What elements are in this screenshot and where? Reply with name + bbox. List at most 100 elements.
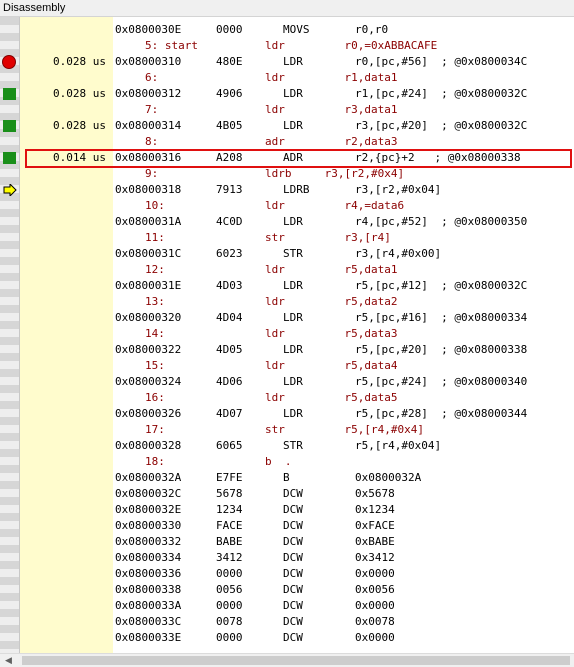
address: 0x0800031C — [115, 247, 182, 260]
instruction-row[interactable]: 0x0800032A E7FE B 0x0800032A — [0, 470, 574, 486]
mnemonic: STR — [283, 247, 303, 260]
executed-marker-icon[interactable] — [3, 120, 16, 132]
instruction-row[interactable]: 0x08000338 0056 DCW 0x0056 — [0, 582, 574, 598]
source-code: ldr r5,data1 — [265, 263, 398, 276]
source-line-row[interactable]: 18: b . — [0, 454, 574, 470]
instruction-row[interactable]: 0x0800031E 4D03 LDR r5,[pc,#12] ; @0x080003… — [0, 278, 574, 294]
address: 0x0800032E — [115, 503, 182, 516]
operands: r5,[r4,#0x04] — [355, 439, 442, 452]
instruction-row[interactable]: 0x08000330 FACE DCW 0xFACE — [0, 518, 574, 534]
operands: r5,[pc,#20] ; @0x08000338 — [355, 343, 528, 356]
instruction-row[interactable]: 0x0800031A 4C0D LDR r4,[pc,#52] ; @0x080003… — [0, 214, 574, 230]
scroll-left-icon[interactable]: ◀ — [5, 656, 12, 666]
instruction-row[interactable]: 0x08000336 0000 DCW 0x0000 — [0, 566, 574, 582]
source-line-row[interactable]: 12: ldr r5,data1 — [0, 262, 574, 278]
mnemonic: DCW — [283, 519, 303, 532]
mnemonic: STR — [283, 439, 303, 452]
source-line-row[interactable]: 7: ldr r3,data1 — [0, 102, 574, 118]
instruction-row[interactable]: 0x08000322 4D05 LDR r5,[pc,#20] ; @0x080003… — [0, 342, 574, 358]
source-line-number: 8: — [145, 135, 159, 148]
operands: r5,[pc,#28] ; @0x08000344 — [355, 407, 528, 420]
window-titlebar: Disassembly — [0, 0, 574, 17]
address: 0x08000336 — [115, 567, 182, 580]
source-line-row[interactable]: 8: adr r2,data3 — [0, 134, 574, 150]
mnemonic: LDR — [283, 407, 303, 420]
instruction-row[interactable]: 0x08000334 3412 DCW 0x3412 — [0, 550, 574, 566]
instruction-row[interactable]: 0x08000332 BABE DCW 0xBABE — [0, 534, 574, 550]
address: 0x0800032A — [115, 471, 182, 484]
address: 0x0800031A — [115, 215, 182, 228]
source-line-row[interactable]: 5: start ldr r0,=0xABBACAFE — [0, 38, 574, 54]
instruction-row[interactable]: 0x0800032C 5678 DCW 0x5678 — [0, 486, 574, 502]
source-code: str r5,[r4,#0x4] — [265, 423, 424, 436]
source-code: str r3,[r4] — [265, 231, 391, 244]
source-line-number: 14: — [145, 327, 165, 340]
execution-time: 0.028 us — [53, 55, 106, 68]
executed-marker-icon[interactable] — [3, 88, 16, 100]
source-code: adr r2,data3 — [265, 135, 398, 148]
opcode: BABE — [216, 535, 243, 548]
operands: 0x0078 — [355, 615, 395, 628]
instruction-row[interactable]: 0x0800033A 0000 DCW 0x0000 — [0, 598, 574, 614]
instruction-row[interactable]: 0x08000326 4D07 LDR r5,[pc,#28] ; @0x080003… — [0, 406, 574, 422]
source-line-row[interactable]: 15: ldr r5,data4 — [0, 358, 574, 374]
mnemonic: DCW — [283, 551, 303, 564]
source-code: ldr r5,data3 — [265, 327, 398, 340]
source-line-row[interactable]: 10: ldr r4,=data6 — [0, 198, 574, 214]
instruction-row[interactable]: 0.028 us 0x08000310 480E LDR r0,[pc,#56] ; @… — [0, 54, 574, 70]
instruction-row[interactable]: 0x0800030E 0000 MOVS r0,r0 — [0, 22, 574, 38]
instruction-row[interactable]: 0x0800031C 6023 STR r3,[r4,#0x00] — [0, 246, 574, 262]
address: 0x0800032C — [115, 487, 182, 500]
address: 0x08000314 — [115, 119, 182, 132]
instruction-row[interactable]: 0x0800033C 0078 DCW 0x0078 — [0, 614, 574, 630]
opcode: 480E — [216, 55, 243, 68]
instruction-row[interactable]: 0x0800033E 0000 DCW 0x0000 — [0, 630, 574, 646]
instruction-row[interactable]: 0x0800032E 1234 DCW 0x1234 — [0, 502, 574, 518]
source-line-row[interactable]: 17: str r5,[r4,#0x4] — [0, 422, 574, 438]
source-code: ldr r3,data1 — [265, 103, 398, 116]
address: 0x08000326 — [115, 407, 182, 420]
operands: r0,[pc,#56] ; @0x0800034C — [355, 55, 528, 68]
source-line-row[interactable]: 16: ldr r5,data5 — [0, 390, 574, 406]
instruction-row[interactable]: 0x08000324 4D06 LDR r5,[pc,#24] ; @0x080003… — [0, 374, 574, 390]
instruction-row[interactable]: 0.028 us 0x08000312 4906 LDR r1,[pc,#24] ; @… — [0, 86, 574, 102]
executed-marker-icon[interactable] — [3, 152, 16, 164]
horizontal-scrollbar[interactable]: ◀ — [0, 653, 574, 667]
source-line-number: 15: — [145, 359, 165, 372]
breakpoint-icon[interactable] — [2, 55, 16, 69]
opcode: 0000 — [216, 599, 243, 612]
instruction-row[interactable]: 0.028 us 0x08000314 4B05 LDR r3,[pc,#20] ; @… — [0, 118, 574, 134]
address: 0x0800031E — [115, 279, 182, 292]
address: 0x08000310 — [115, 55, 182, 68]
address: 0x0800033A — [115, 599, 182, 612]
source-line-number: 17: — [145, 423, 165, 436]
source-line-number: 16: — [145, 391, 165, 404]
scrollbar-thumb[interactable] — [22, 656, 570, 665]
opcode: 0078 — [216, 615, 243, 628]
operands: 0x0000 — [355, 599, 395, 612]
mnemonic: LDR — [283, 55, 303, 68]
instruction-row[interactable]: 0x08000328 6065 STR r5,[r4,#0x04] — [0, 438, 574, 454]
opcode: 5678 — [216, 487, 243, 500]
current-instruction-arrow-icon[interactable] — [3, 182, 17, 198]
opcode: 4D07 — [216, 407, 243, 420]
source-line-row[interactable]: 14: ldr r5,data3 — [0, 326, 574, 342]
execution-time: 0.028 us — [53, 87, 106, 100]
mnemonic: LDR — [283, 215, 303, 228]
source-line-row[interactable]: 6: ldr r1,data1 — [0, 70, 574, 86]
opcode: 0000 — [216, 631, 243, 644]
source-line-row[interactable]: 9: ldrb r3,[r2,#0x4] — [0, 166, 574, 182]
address: 0x08000318 — [115, 183, 182, 196]
operands: 0x3412 — [355, 551, 395, 564]
operands: r3,[r4,#0x00] — [355, 247, 442, 260]
source-line-row[interactable]: 13: ldr r5,data2 — [0, 294, 574, 310]
opcode: 4D04 — [216, 311, 243, 324]
source-line-number: 7: — [145, 103, 159, 116]
mnemonic: LDR — [283, 375, 303, 388]
instruction-row[interactable]: 0x08000320 4D04 LDR r5,[pc,#16] ; @0x080003… — [0, 310, 574, 326]
instruction-row[interactable]: 0x08000318 7913 LDRB r3,[r2,#0x04] — [0, 182, 574, 198]
source-line-number: 10: — [145, 199, 165, 212]
opcode: E7FE — [216, 471, 243, 484]
source-line-number: 13: — [145, 295, 165, 308]
source-line-row[interactable]: 11: str r3,[r4] — [0, 230, 574, 246]
